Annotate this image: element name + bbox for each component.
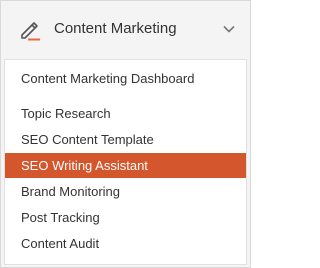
menu-item-topic-research[interactable]: Topic Research (5, 101, 246, 126)
content-marketing-dropdown: Content Marketing Content Marketing Dash… (0, 0, 251, 268)
menu-item-post-tracking[interactable]: Post Tracking (5, 205, 246, 230)
chevron-down-icon[interactable] (221, 21, 237, 37)
menu-item-brand-monitoring[interactable]: Brand Monitoring (5, 179, 246, 204)
menu-item-seo-content-template[interactable]: SEO Content Template (5, 127, 246, 152)
menu-item-content-audit[interactable]: Content Audit (5, 231, 246, 256)
pencil-icon (21, 22, 40, 41)
section-title: Content Marketing (54, 20, 177, 37)
submenu-panel: Content Marketing Dashboard Topic Resear… (4, 59, 247, 265)
menu-item-content-marketing-dashboard[interactable]: Content Marketing Dashboard (5, 66, 246, 91)
content-marketing-header[interactable]: Content Marketing (1, 1, 250, 57)
menu-item-seo-writing-assistant[interactable]: SEO Writing Assistant (5, 153, 246, 178)
